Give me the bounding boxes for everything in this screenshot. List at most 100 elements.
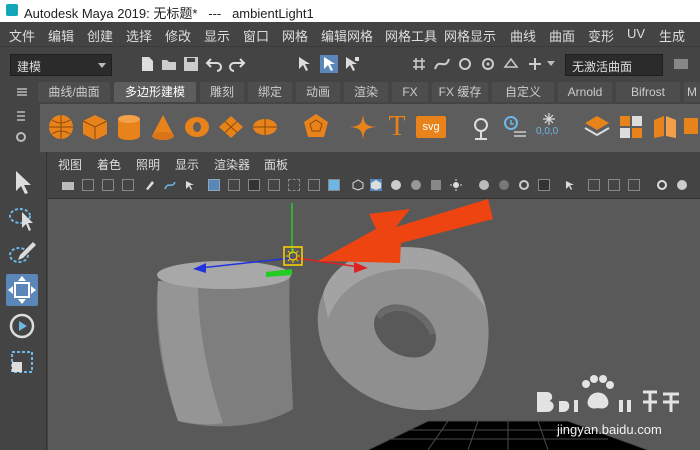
torus-mesh[interactable] bbox=[317, 247, 489, 411]
snap-view-plane-icon[interactable] bbox=[479, 55, 497, 73]
combine-icon[interactable] bbox=[582, 112, 612, 142]
poly-sphere-icon[interactable] bbox=[46, 112, 76, 142]
grid-toggle-icon[interactable] bbox=[208, 179, 220, 191]
separate-icon[interactable] bbox=[616, 112, 646, 142]
extract-icon[interactable] bbox=[650, 112, 680, 142]
reset-transform-icon[interactable]: 0,0,0 bbox=[534, 112, 564, 142]
render-icon[interactable] bbox=[672, 55, 690, 73]
select-object-icon[interactable] bbox=[320, 55, 338, 73]
viewport-menu-renderer[interactable]: 渲染器 bbox=[214, 156, 250, 173]
menu-set-dropdown[interactable]: 建模 bbox=[10, 54, 112, 76]
ghost-icon[interactable] bbox=[184, 179, 196, 191]
select-hierarchy-icon[interactable] bbox=[296, 55, 314, 73]
select-tool-icon[interactable] bbox=[6, 166, 38, 198]
shadows-icon[interactable] bbox=[450, 179, 462, 191]
tab-fx[interactable]: FX bbox=[392, 82, 428, 102]
poly-cone-icon[interactable] bbox=[148, 112, 178, 142]
new-scene-icon[interactable] bbox=[138, 55, 156, 73]
tab-more[interactable]: M bbox=[684, 82, 700, 102]
booleans-icon[interactable] bbox=[682, 112, 700, 142]
camera-select-icon[interactable] bbox=[62, 182, 74, 190]
lasso-tool-icon[interactable] bbox=[6, 202, 38, 234]
scale-tool-icon[interactable] bbox=[6, 346, 38, 378]
paint-select-tool-icon[interactable] bbox=[6, 238, 38, 270]
gamma-icon[interactable] bbox=[676, 179, 688, 191]
open-scene-icon[interactable] bbox=[160, 55, 178, 73]
cylinder-mesh[interactable] bbox=[156, 261, 293, 427]
type-tool-icon[interactable]: T bbox=[382, 112, 412, 142]
menu-select[interactable]: 选择 bbox=[126, 26, 152, 45]
depth-of-field-icon[interactable] bbox=[538, 179, 550, 191]
snap-live-surface-icon[interactable] bbox=[502, 55, 520, 73]
menu-curves[interactable]: 曲线 bbox=[510, 26, 536, 45]
xray-icon[interactable] bbox=[588, 179, 600, 191]
gate-mask-icon[interactable] bbox=[268, 179, 280, 191]
grease-pencil-icon[interactable] bbox=[144, 179, 156, 191]
snap-grid-icon[interactable] bbox=[410, 55, 428, 73]
viewport-menu-view[interactable]: 视图 bbox=[58, 156, 82, 173]
snap-point-icon[interactable] bbox=[456, 55, 474, 73]
tab-fx-cache[interactable]: FX 缓存 bbox=[432, 82, 488, 102]
poly-torus-icon[interactable] bbox=[182, 112, 212, 142]
undo-icon[interactable] bbox=[205, 55, 223, 73]
menu-mesh[interactable]: 网格 bbox=[282, 26, 308, 45]
bookmarks-icon[interactable] bbox=[102, 179, 114, 191]
select-component-icon[interactable] bbox=[343, 55, 361, 73]
menu-edit-mesh[interactable]: 编辑网格 bbox=[321, 26, 373, 45]
menu-edit[interactable]: 编辑 bbox=[48, 26, 74, 45]
camera-attributes-icon[interactable] bbox=[82, 179, 94, 191]
tab-poly-modeling[interactable]: 多边形建模 bbox=[114, 82, 196, 102]
live-surface-field[interactable]: 无激活曲面 bbox=[565, 54, 663, 76]
viewport-menu-lighting[interactable]: 照明 bbox=[136, 156, 160, 173]
motion-trail-icon[interactable] bbox=[164, 179, 176, 191]
poly-count-icon[interactable] bbox=[500, 112, 530, 142]
snap-curve-icon[interactable] bbox=[433, 55, 451, 73]
tab-bifrost[interactable]: Bifrost bbox=[616, 82, 680, 102]
image-plane-icon[interactable] bbox=[122, 179, 134, 191]
use-all-lights-icon[interactable] bbox=[430, 179, 442, 191]
rotate-tool-icon[interactable] bbox=[6, 310, 38, 342]
menu-uv[interactable]: UV bbox=[627, 26, 645, 41]
motion-blur-icon[interactable] bbox=[498, 179, 510, 191]
film-gate-icon[interactable] bbox=[228, 179, 240, 191]
menu-surfaces[interactable]: 曲面 bbox=[549, 26, 575, 45]
menu-mesh-display[interactable]: 网格显示 bbox=[444, 26, 496, 45]
wireframe-on-shaded-icon[interactable] bbox=[390, 179, 402, 191]
poly-plane-icon[interactable] bbox=[216, 112, 246, 142]
svg-tool-icon[interactable]: svg bbox=[416, 116, 446, 138]
tab-custom[interactable]: 自定义 bbox=[492, 82, 554, 102]
menu-create[interactable]: 创建 bbox=[87, 26, 113, 45]
multisample-aa-icon[interactable] bbox=[518, 179, 530, 191]
poly-cylinder-icon[interactable] bbox=[114, 112, 144, 142]
poly-cube-icon[interactable] bbox=[80, 112, 110, 142]
gear-icon[interactable] bbox=[14, 130, 28, 144]
wireframe-icon[interactable] bbox=[352, 179, 364, 191]
tab-sculpting[interactable]: 雕刻 bbox=[200, 82, 244, 102]
move-tool-icon[interactable] bbox=[6, 274, 38, 306]
menu-display[interactable]: 显示 bbox=[204, 26, 230, 45]
poly-disc-icon[interactable] bbox=[250, 112, 280, 142]
viewport-menu-show[interactable]: 显示 bbox=[175, 156, 199, 173]
viewport-menu-panels[interactable]: 面板 bbox=[264, 156, 288, 173]
redo-icon[interactable] bbox=[228, 55, 246, 73]
xray-joints-icon[interactable] bbox=[608, 179, 620, 191]
exposure-icon[interactable] bbox=[656, 179, 668, 191]
poly-platonic-icon[interactable] bbox=[301, 112, 331, 142]
smooth-shade-icon[interactable] bbox=[370, 179, 382, 191]
sweep-mesh-icon[interactable] bbox=[466, 112, 496, 142]
viewport-menu-shading[interactable]: 着色 bbox=[97, 156, 121, 173]
menu-generate[interactable]: 生成 bbox=[659, 26, 685, 45]
menu-file[interactable]: 文件 bbox=[9, 26, 35, 45]
xray-components-icon[interactable] bbox=[628, 179, 640, 191]
shelf-expand-icon[interactable] bbox=[16, 110, 26, 122]
resolution-gate-icon[interactable] bbox=[248, 179, 260, 191]
save-scene-icon[interactable] bbox=[182, 55, 200, 73]
tab-curves-surfaces[interactable]: 曲线/曲面 bbox=[38, 82, 110, 102]
safe-title-icon[interactable] bbox=[328, 179, 340, 191]
tab-animation[interactable]: 动画 bbox=[296, 82, 340, 102]
isolate-select-icon[interactable] bbox=[564, 179, 576, 191]
menu-mesh-tools[interactable]: 网格工具 bbox=[385, 26, 437, 45]
tab-rendering[interactable]: 渲染 bbox=[344, 82, 388, 102]
menu-modify[interactable]: 修改 bbox=[165, 26, 191, 45]
tab-arnold[interactable]: Arnold bbox=[558, 82, 612, 102]
